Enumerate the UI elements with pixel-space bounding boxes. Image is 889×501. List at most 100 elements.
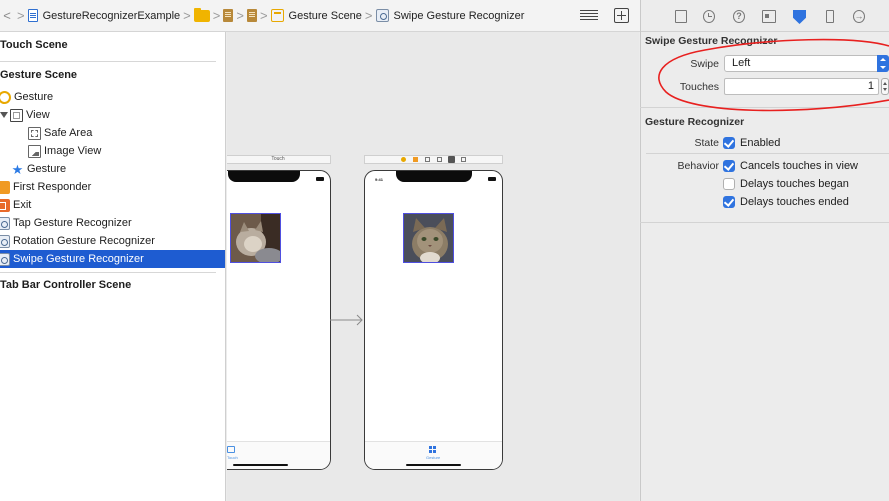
- breadcrumb-separator: >: [17, 8, 25, 23]
- outline-section-gesture-scene[interactable]: Gesture Scene: [0, 66, 225, 84]
- breadcrumb-project[interactable]: GestureRecognizerExample: [27, 9, 181, 22]
- dock-first-responder-icon[interactable]: [413, 157, 418, 162]
- breadcrumb-project-label: GestureRecognizerExample: [42, 9, 181, 22]
- breadcrumb-separator: >: [212, 8, 221, 23]
- gesture-scene-phone[interactable]: 9:41 Gesture: [364, 170, 503, 470]
- breadcrumb-swipe[interactable]: Swipe Gesture Recognizer: [375, 9, 524, 22]
- outline-item-label: Gesture: [27, 163, 67, 175]
- outline-item-image-view[interactable]: Image View: [0, 142, 225, 160]
- file-inspector-icon[interactable]: [675, 10, 687, 23]
- state-label: State: [694, 137, 719, 149]
- outline-item-label: Touch Scene: [0, 39, 68, 51]
- section-divider: [640, 222, 889, 223]
- breadcrumb-scene[interactable]: Gesture Scene: [270, 9, 362, 22]
- storyboard-file-icon: [223, 9, 234, 22]
- cat-image: [403, 213, 454, 263]
- jump-bar: < > GestureRecognizerExample > > > > Ges…: [0, 0, 640, 32]
- tab-bar-touch-icon[interactable]: [227, 446, 235, 453]
- gesture-recognizer-icon: [0, 252, 10, 266]
- enabled-label: Enabled: [740, 137, 781, 149]
- attributes-inspector-icon[interactable]: [793, 10, 806, 24]
- outline-divider: [0, 272, 216, 273]
- quick-help-icon[interactable]: ?: [733, 10, 745, 23]
- touch-scene-phone[interactable]: Touch: [227, 170, 331, 470]
- back-arrow[interactable]: <: [0, 8, 14, 23]
- dock-exit-icon[interactable]: [461, 157, 466, 162]
- outline-item-view[interactable]: View: [0, 106, 225, 124]
- enabled-checkbox[interactable]: [723, 137, 735, 149]
- delays-began-checkbox[interactable]: [723, 178, 735, 190]
- outline-item-label: Tab Bar Controller Scene: [0, 279, 132, 291]
- behavior-label: Behavior: [677, 160, 719, 172]
- home-indicator: [406, 464, 461, 466]
- tab-bar-touch-label: Touch: [227, 455, 238, 460]
- outline-item-label: Exit: [13, 199, 32, 211]
- project-file-icon: [27, 9, 38, 22]
- outline-item-label: Swipe Gesture Recognizer: [13, 253, 144, 265]
- outline-item-first-responder[interactable]: First Responder: [0, 178, 225, 196]
- outline-item-label: View: [26, 109, 50, 121]
- disclosure-triangle-icon[interactable]: [0, 112, 8, 118]
- delays-ended-label: Delays touches ended: [740, 196, 849, 208]
- outline-item-tab-bar-item[interactable]: ★ Gesture: [0, 160, 225, 178]
- breadcrumb-storyboard[interactable]: [223, 9, 234, 22]
- scene-icon: [270, 9, 284, 22]
- status-time: 9:41: [375, 177, 384, 182]
- identity-inspector-icon[interactable]: [762, 10, 776, 23]
- dock-gesture-icon[interactable]: [425, 157, 430, 162]
- outline-section-tab-bar-scene[interactable]: Tab Bar Controller Scene: [0, 276, 225, 294]
- inspector-tab-bar: ? →: [641, 0, 889, 32]
- history-inspector-icon[interactable]: [703, 10, 715, 23]
- outline-item-gesture-controller[interactable]: Gesture: [0, 88, 225, 106]
- device-notch: [228, 171, 300, 182]
- outline-item-exit[interactable]: Exit: [0, 196, 225, 214]
- outline-item-rotation-gesture[interactable]: Rotation Gesture Recognizer: [0, 232, 225, 250]
- outline-item-label: Rotation Gesture Recognizer: [13, 235, 155, 247]
- image-view-icon: [28, 144, 41, 158]
- cancels-touches-label: Cancels touches in view: [740, 160, 859, 172]
- view-icon: [10, 108, 23, 122]
- document-outline: Touch Scene Gesture Scene Gesture View S…: [0, 32, 226, 501]
- outline-item-label: First Responder: [13, 181, 92, 193]
- scene-title-bar[interactable]: Touch: [227, 155, 331, 164]
- cat-photo: [231, 214, 280, 262]
- dock-view-controller-icon[interactable]: [401, 157, 406, 162]
- delays-began-label: Delays touches began: [740, 178, 849, 190]
- breadcrumb-folder[interactable]: [193, 7, 210, 22]
- outline-item-safe-area[interactable]: Safe Area: [0, 124, 225, 142]
- device-notch: [396, 171, 472, 182]
- outline-divider: [0, 61, 216, 62]
- home-indicator: [233, 464, 288, 466]
- battery-icon: [316, 177, 324, 181]
- battery-icon: [488, 177, 496, 181]
- scene-dock[interactable]: [364, 155, 503, 164]
- outline-item-tap-gesture[interactable]: Tap Gesture Recognizer: [0, 214, 225, 232]
- storyboard-canvas[interactable]: Touch Touch 9:41 Gesture: [227, 32, 639, 501]
- outline-item-swipe-gesture[interactable]: Swipe Gesture Recognizer: [0, 250, 225, 268]
- add-editor-icon[interactable]: [614, 8, 629, 23]
- outline-list-icon[interactable]: [580, 10, 598, 22]
- outline-section-touch-scene[interactable]: Touch Scene: [0, 36, 225, 54]
- breadcrumb-scene-label: Gesture Scene: [288, 9, 362, 22]
- star-icon: ★: [11, 161, 24, 177]
- cat-photo: [404, 214, 453, 262]
- breadcrumb-separator: >: [183, 8, 191, 23]
- connections-inspector-icon[interactable]: →: [853, 10, 865, 23]
- delays-ended-checkbox[interactable]: [723, 196, 735, 208]
- exit-icon: [0, 198, 10, 212]
- size-inspector-icon[interactable]: [826, 10, 834, 23]
- safe-area-icon: [28, 126, 41, 140]
- dock-swipe-gesture-icon[interactable]: [448, 156, 455, 163]
- outline-item-label: Safe Area: [44, 127, 93, 139]
- cat-image: [230, 213, 281, 263]
- annotation-ellipse: [658, 38, 889, 112]
- tab-bar-gesture-icon[interactable]: [429, 446, 437, 453]
- cancels-touches-checkbox[interactable]: [723, 160, 735, 172]
- gesture-section-title: Gesture Recognizer: [645, 116, 745, 128]
- breadcrumb-storyboard-base[interactable]: [246, 9, 257, 22]
- scene-title: Touch: [271, 156, 285, 162]
- storyboard-file-icon: [246, 9, 257, 22]
- segue-arrow[interactable]: [330, 314, 364, 326]
- breadcrumb-separator: >: [364, 8, 373, 23]
- dock-gesture-icon[interactable]: [437, 157, 442, 162]
